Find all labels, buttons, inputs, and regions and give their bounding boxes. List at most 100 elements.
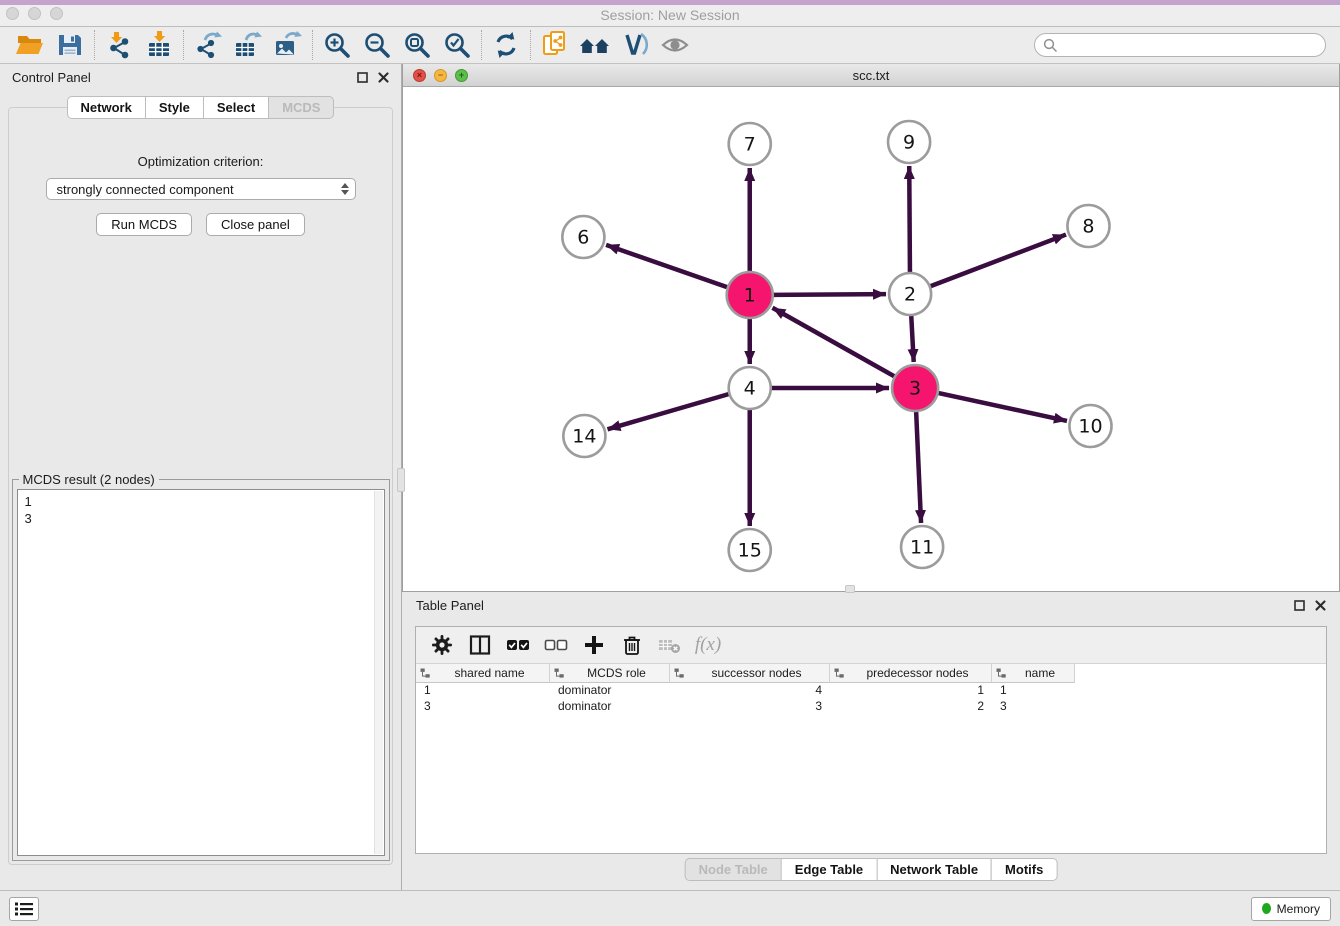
- table-cell[interactable]: 4: [670, 683, 830, 699]
- zoom-in-button[interactable]: [317, 29, 357, 61]
- table-cell[interactable]: 3: [670, 699, 830, 715]
- network-from-selection-button[interactable]: [535, 29, 575, 61]
- edge-2-3[interactable]: [911, 316, 913, 362]
- table-cell[interactable]: 1: [830, 683, 992, 699]
- svg-text:3: 3: [909, 378, 921, 400]
- delete-table-button[interactable]: [656, 631, 684, 659]
- refresh-button[interactable]: [486, 29, 526, 61]
- tab-mcds[interactable]: MCDS: [268, 96, 334, 119]
- tab-network-table[interactable]: Network Table: [876, 858, 992, 881]
- tab-network[interactable]: Network: [67, 96, 146, 119]
- edge-2-8[interactable]: [931, 235, 1066, 287]
- settings-gear-button[interactable]: [428, 631, 456, 659]
- export-network-icon: [193, 30, 223, 60]
- mcds-result-list[interactable]: 1 3: [17, 489, 385, 856]
- log-console-button[interactable]: [9, 897, 39, 921]
- show-hide-button[interactable]: [655, 29, 695, 61]
- column-view-button[interactable]: [466, 631, 494, 659]
- edge-3-11[interactable]: [916, 412, 921, 523]
- deselect-all-button[interactable]: [542, 631, 570, 659]
- delete-column-button[interactable]: [618, 631, 646, 659]
- memory-button[interactable]: Memory: [1251, 897, 1331, 921]
- edge-1-2[interactable]: [774, 294, 886, 295]
- node-14[interactable]: 14: [563, 415, 605, 457]
- close-panel-icon[interactable]: [378, 72, 389, 83]
- zoom-fit-button[interactable]: [397, 29, 437, 61]
- node-9[interactable]: 9: [888, 121, 930, 163]
- tab-select[interactable]: Select: [203, 96, 269, 119]
- node-15[interactable]: 15: [729, 529, 771, 571]
- tab-node-table[interactable]: Node Table: [685, 858, 782, 881]
- table-row[interactable]: 3dominator323: [416, 699, 1326, 715]
- column-header-name[interactable]: name: [992, 664, 1075, 683]
- close-panel-button[interactable]: Close panel: [206, 213, 305, 236]
- network-maximize-button[interactable]: +: [455, 69, 468, 82]
- save-session-button[interactable]: [50, 29, 90, 61]
- search-input[interactable]: [1063, 38, 1317, 52]
- float-panel-icon[interactable]: [357, 72, 368, 83]
- column-header-MCDS-role[interactable]: MCDS role: [550, 664, 670, 683]
- table-cell[interactable]: 3: [992, 699, 1075, 715]
- tab-style[interactable]: Style: [145, 96, 204, 119]
- column-header-shared-name[interactable]: shared name: [416, 664, 550, 683]
- run-mcds-button[interactable]: Run MCDS: [96, 213, 192, 236]
- network-close-button[interactable]: ×: [413, 69, 426, 82]
- select-all-button[interactable]: [504, 631, 532, 659]
- edge-4-14[interactable]: [607, 394, 728, 429]
- import-table-button[interactable]: [139, 29, 179, 61]
- node-3[interactable]: 3: [892, 365, 938, 411]
- node-10[interactable]: 10: [1069, 405, 1111, 447]
- network-canvas[interactable]: 7 9 6 8 1 2 4 3 14 10 15 11: [403, 87, 1339, 591]
- table-cell[interactable]: dominator: [550, 699, 670, 715]
- table-cell[interactable]: 3: [416, 699, 550, 715]
- svg-text:7: 7: [744, 134, 756, 156]
- first-neighbors-button[interactable]: [575, 29, 615, 61]
- zoom-out-icon: [362, 30, 392, 60]
- tab-edge-table[interactable]: Edge Table: [781, 858, 877, 881]
- vertical-split-handle[interactable]: [397, 468, 405, 492]
- network-window-titlebar[interactable]: × − + scc.txt: [403, 64, 1339, 87]
- export-image-button[interactable]: [268, 29, 308, 61]
- export-table-button[interactable]: [228, 29, 268, 61]
- node-11[interactable]: 11: [901, 526, 943, 568]
- zoom-selected-button[interactable]: [437, 29, 477, 61]
- node-4[interactable]: 4: [729, 367, 771, 409]
- export-network-button[interactable]: [188, 29, 228, 61]
- close-panel-icon[interactable]: [1315, 600, 1326, 611]
- table-cell[interactable]: 1: [416, 683, 550, 699]
- table-cell[interactable]: dominator: [550, 683, 670, 699]
- node-6[interactable]: 6: [562, 216, 604, 258]
- zoom-out-button[interactable]: [357, 29, 397, 61]
- add-column-icon: [583, 634, 605, 656]
- import-network-button[interactable]: [99, 29, 139, 61]
- optimization-criterion-select[interactable]: strongly connected component: [46, 178, 356, 200]
- svg-text:4: 4: [744, 378, 756, 400]
- search-box[interactable]: [1034, 33, 1326, 57]
- table-cell[interactable]: 2: [830, 699, 992, 715]
- network-minimize-button[interactable]: −: [434, 69, 447, 82]
- settings-gear-icon: [431, 634, 453, 656]
- edge-3-1[interactable]: [772, 308, 894, 376]
- node-7[interactable]: 7: [729, 123, 771, 165]
- delete-table-icon: [658, 634, 682, 656]
- column-header-predecessor-nodes[interactable]: predecessor nodes: [830, 664, 992, 683]
- table-row[interactable]: 1dominator411: [416, 683, 1326, 699]
- float-panel-icon[interactable]: [1294, 600, 1305, 611]
- edge-3-10[interactable]: [939, 393, 1067, 421]
- add-column-button[interactable]: [580, 631, 608, 659]
- vizmapper-button[interactable]: [615, 29, 655, 61]
- toolbar-separator: [312, 30, 313, 60]
- result-scrollbar[interactable]: [374, 491, 383, 854]
- edge-1-6[interactable]: [606, 245, 727, 287]
- function-builder-button[interactable]: f(x): [694, 631, 722, 659]
- open-session-button[interactable]: [10, 29, 50, 61]
- node-8[interactable]: 8: [1067, 205, 1109, 247]
- horizontal-split-handle[interactable]: [845, 585, 855, 593]
- table-body: 1dominator4113dominator323: [416, 683, 1326, 715]
- edge-2-9[interactable]: [909, 166, 910, 272]
- column-header-successor-nodes[interactable]: successor nodes: [670, 664, 830, 683]
- tab-motifs[interactable]: Motifs: [991, 858, 1057, 881]
- table-cell[interactable]: 1: [992, 683, 1075, 699]
- node-1[interactable]: 1: [727, 272, 773, 318]
- node-2[interactable]: 2: [889, 273, 931, 315]
